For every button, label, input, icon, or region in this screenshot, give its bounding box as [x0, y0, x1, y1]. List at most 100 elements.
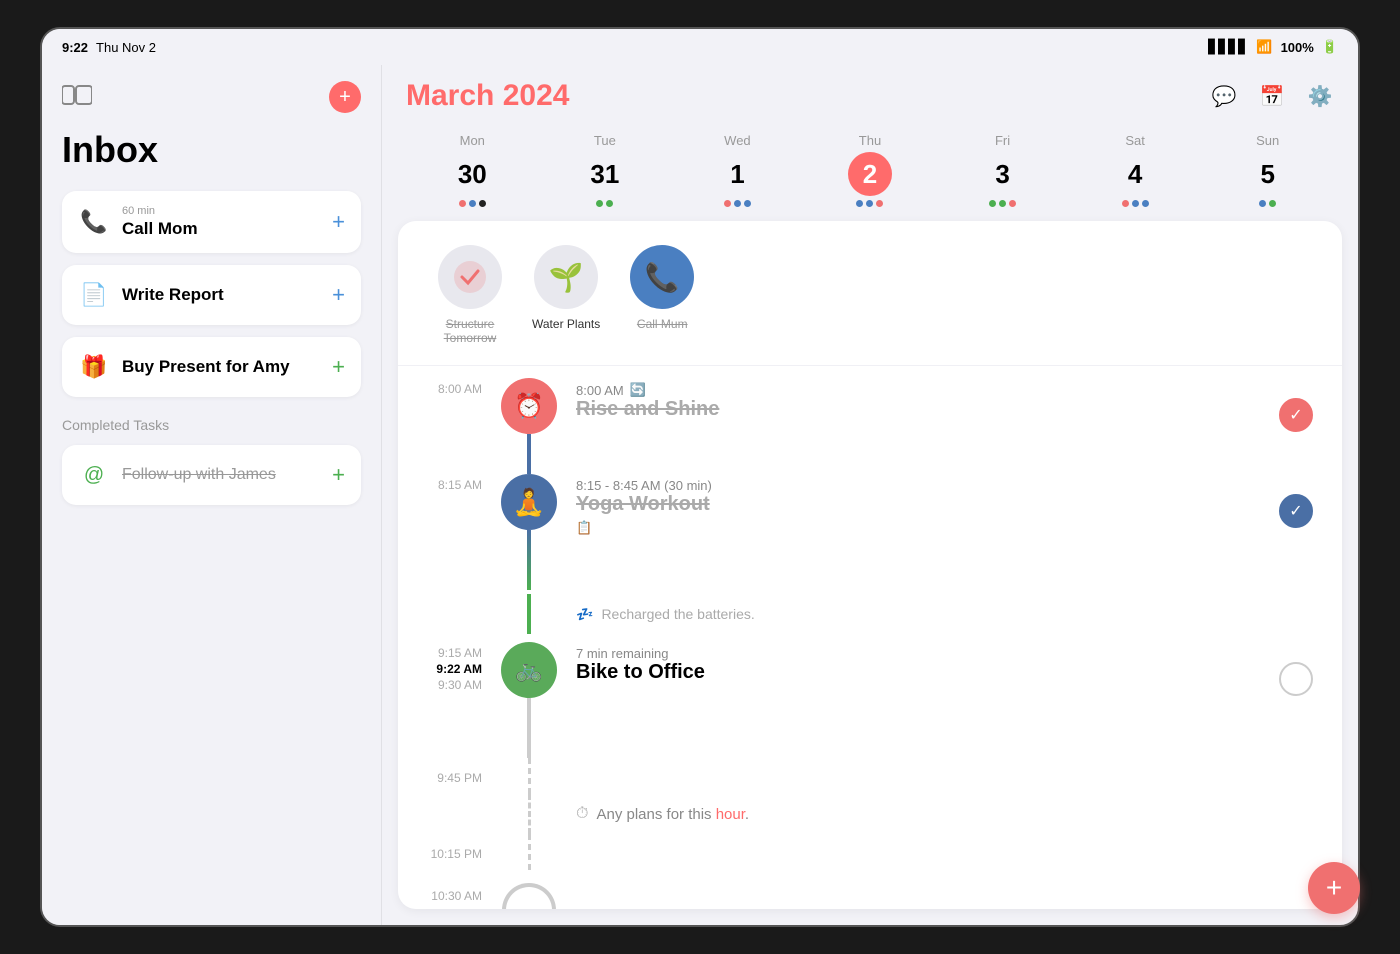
task-add-write-report[interactable]: + [332, 282, 345, 308]
completed-add-james[interactable]: + [332, 462, 345, 488]
task-icon-gift: 🎁 [78, 351, 110, 383]
day-dots-sun [1259, 200, 1276, 207]
task-content-call-mom: 60 min Call Mom [122, 205, 320, 239]
event-name-yoga: Yoga Workout [576, 493, 1254, 516]
day-name-fri: Fri [995, 133, 1010, 148]
add-inbox-button[interactable]: + [329, 81, 361, 113]
time-label-1030: 10:30 AM [414, 885, 494, 903]
clock-icon: ⏱ [576, 805, 588, 823]
day-col-thu[interactable]: Thu 2 [804, 129, 937, 211]
day-dots-tue [596, 200, 613, 207]
calendar-view-icon[interactable]: 📅 [1258, 82, 1286, 110]
timeline-col-bike: 🚲 [494, 642, 564, 758]
completed-icon-james: @ [78, 459, 110, 491]
chip-label-water: Water Plants [532, 317, 600, 331]
month-year: 2024 [503, 79, 570, 112]
sidebar-top-row: + [62, 81, 361, 113]
event-name-bike: Bike to Office [576, 661, 1254, 684]
check-col-yoga: ✓ [1266, 474, 1326, 528]
event-note-recharged: 💤 Recharged the batteries. [564, 598, 1266, 631]
time-row-945: 9:45 PM [414, 758, 1326, 794]
calendar-sub-icon: 📋 [576, 520, 592, 536]
day-name-mon: Mon [460, 133, 485, 148]
event-row-bike: 9:15 AM 9:22 AM 9:30 AM 🚲 7 min remainin… [414, 634, 1326, 758]
task-duration-call-mom: 60 min [122, 205, 320, 217]
check-col-rise: ✓ [1266, 378, 1326, 432]
status-date: Thu Nov 2 [96, 40, 156, 55]
task-card-call-mom[interactable]: 📞 60 min Call Mom + [62, 191, 361, 253]
time-label-815am: 8:15 AM [414, 474, 494, 492]
time-row-1030: 10:30 AM [414, 870, 1326, 909]
time-label-922: 9:22 AM [436, 662, 482, 676]
timeline: 8:00 AM ⏰ 8:00 AM 🔄 Rise and Shine [398, 366, 1342, 909]
repeat-icon: 🔄 [630, 382, 646, 398]
time-row-1015: 10:15 PM [414, 834, 1326, 870]
day-number-tue: 31 [583, 152, 627, 196]
event-icon-alarm: ⏰ [501, 378, 557, 434]
day-name-tue: Tue [594, 133, 616, 148]
wifi-icon: 📶 [1256, 39, 1272, 55]
task-chips-row: StructureTomorrow 🌱 Water Plants 📞 Call … [398, 237, 1342, 366]
task-card-write-report[interactable]: 📄 Write Report + [62, 265, 361, 325]
sleep-icon: 💤 [576, 606, 593, 623]
day-col-sun[interactable]: Sun 5 [1201, 129, 1334, 211]
check-circle-yoga[interactable]: ✓ [1279, 494, 1313, 528]
check-col-bike [1266, 642, 1326, 696]
task-icon-phone: 📞 [78, 206, 110, 238]
day-dots-fri [989, 200, 1016, 207]
event-name-rise: Rise and Shine [576, 398, 1254, 421]
event-row-rise-shine: 8:00 AM ⏰ 8:00 AM 🔄 Rise and Shine [414, 366, 1326, 474]
day-dots-mon [459, 200, 486, 207]
completed-card-james[interactable]: @ Follow-up with James + [62, 445, 361, 505]
completed-task-name-james: Follow-up with James [122, 466, 320, 484]
settings-icon[interactable]: ⚙️ [1306, 82, 1334, 110]
fab-add-button[interactable]: + [1308, 862, 1358, 914]
timeline-col-note [494, 594, 564, 634]
calendar-month-row: March 2024 💬 📅 ⚙️ [406, 79, 1334, 113]
chip-structure-tomorrow[interactable]: StructureTomorrow [438, 245, 502, 345]
event-content-bike: 7 min remaining Bike to Office [564, 642, 1266, 688]
day-dots-wed [724, 200, 751, 207]
task-content-buy-present: Buy Present for Amy [122, 357, 320, 377]
calendar-icons: 💬 📅 ⚙️ [1210, 82, 1334, 110]
task-content-write-report: Write Report [122, 285, 320, 305]
status-bar: 9:22 Thu Nov 2 ▋▋▋▋ 📶 100% 🔋 [42, 29, 1358, 65]
chat-icon[interactable]: 💬 [1210, 82, 1238, 110]
note-text: Recharged the batteries. [601, 606, 754, 622]
day-number-sat: 4 [1113, 152, 1157, 196]
inbox-title: Inbox [62, 129, 361, 171]
chip-call-mum[interactable]: 📞 Call Mum [630, 245, 694, 345]
day-col-sat[interactable]: Sat 4 [1069, 129, 1202, 211]
day-col-wed[interactable]: Wed 1 [671, 129, 804, 211]
day-col-fri[interactable]: Fri 3 [936, 129, 1069, 211]
sidebar: + Inbox 📞 60 min Call Mom + 📄 Write Repo… [42, 65, 382, 925]
day-col-mon[interactable]: Mon 30 [406, 129, 539, 211]
event-content-yoga: 8:15 - 8:45 AM (30 min) Yoga Workout 📋 [564, 474, 1266, 540]
day-name-thu: Thu [859, 133, 881, 148]
days-row: Mon 30 Tue 31 [406, 129, 1334, 211]
task-name-buy-present: Buy Present for Amy [122, 357, 320, 377]
completed-section-title: Completed Tasks [62, 417, 361, 433]
month-name: March [406, 79, 494, 112]
day-number-mon: 30 [450, 152, 494, 196]
time-label-945: 9:45 PM [414, 767, 494, 785]
day-number-thu-today: 2 [848, 152, 892, 196]
time-label-8am: 8:00 AM [414, 378, 494, 396]
timeline-col-rise: ⏰ [494, 378, 564, 474]
check-circle-bike[interactable] [1279, 662, 1313, 696]
task-name-call-mom: Call Mom [122, 219, 320, 239]
task-card-buy-present[interactable]: 🎁 Buy Present for Amy + [62, 337, 361, 397]
plans-content: ⏱ Any plans for this hour. [564, 805, 1266, 823]
right-panel: March 2024 💬 📅 ⚙️ Mon 30 [382, 65, 1358, 925]
task-add-call-mom[interactable]: + [332, 209, 345, 235]
day-col-tue[interactable]: Tue 31 [539, 129, 672, 211]
day-number-sun: 5 [1246, 152, 1290, 196]
panel-toggle-icon[interactable] [62, 83, 92, 112]
chip-water-plants[interactable]: 🌱 Water Plants [532, 245, 600, 345]
calendar-header: March 2024 💬 📅 ⚙️ Mon 30 [382, 65, 1358, 221]
status-time: 9:22 [62, 40, 88, 55]
event-row-yoga: 8:15 AM 🧘 8:15 - 8:45 AM (30 min) Yoga W… [414, 474, 1326, 594]
time-label-col-bike: 9:15 AM 9:22 AM 9:30 AM [414, 642, 494, 692]
check-circle-rise[interactable]: ✓ [1279, 398, 1313, 432]
task-add-buy-present[interactable]: + [332, 354, 345, 380]
